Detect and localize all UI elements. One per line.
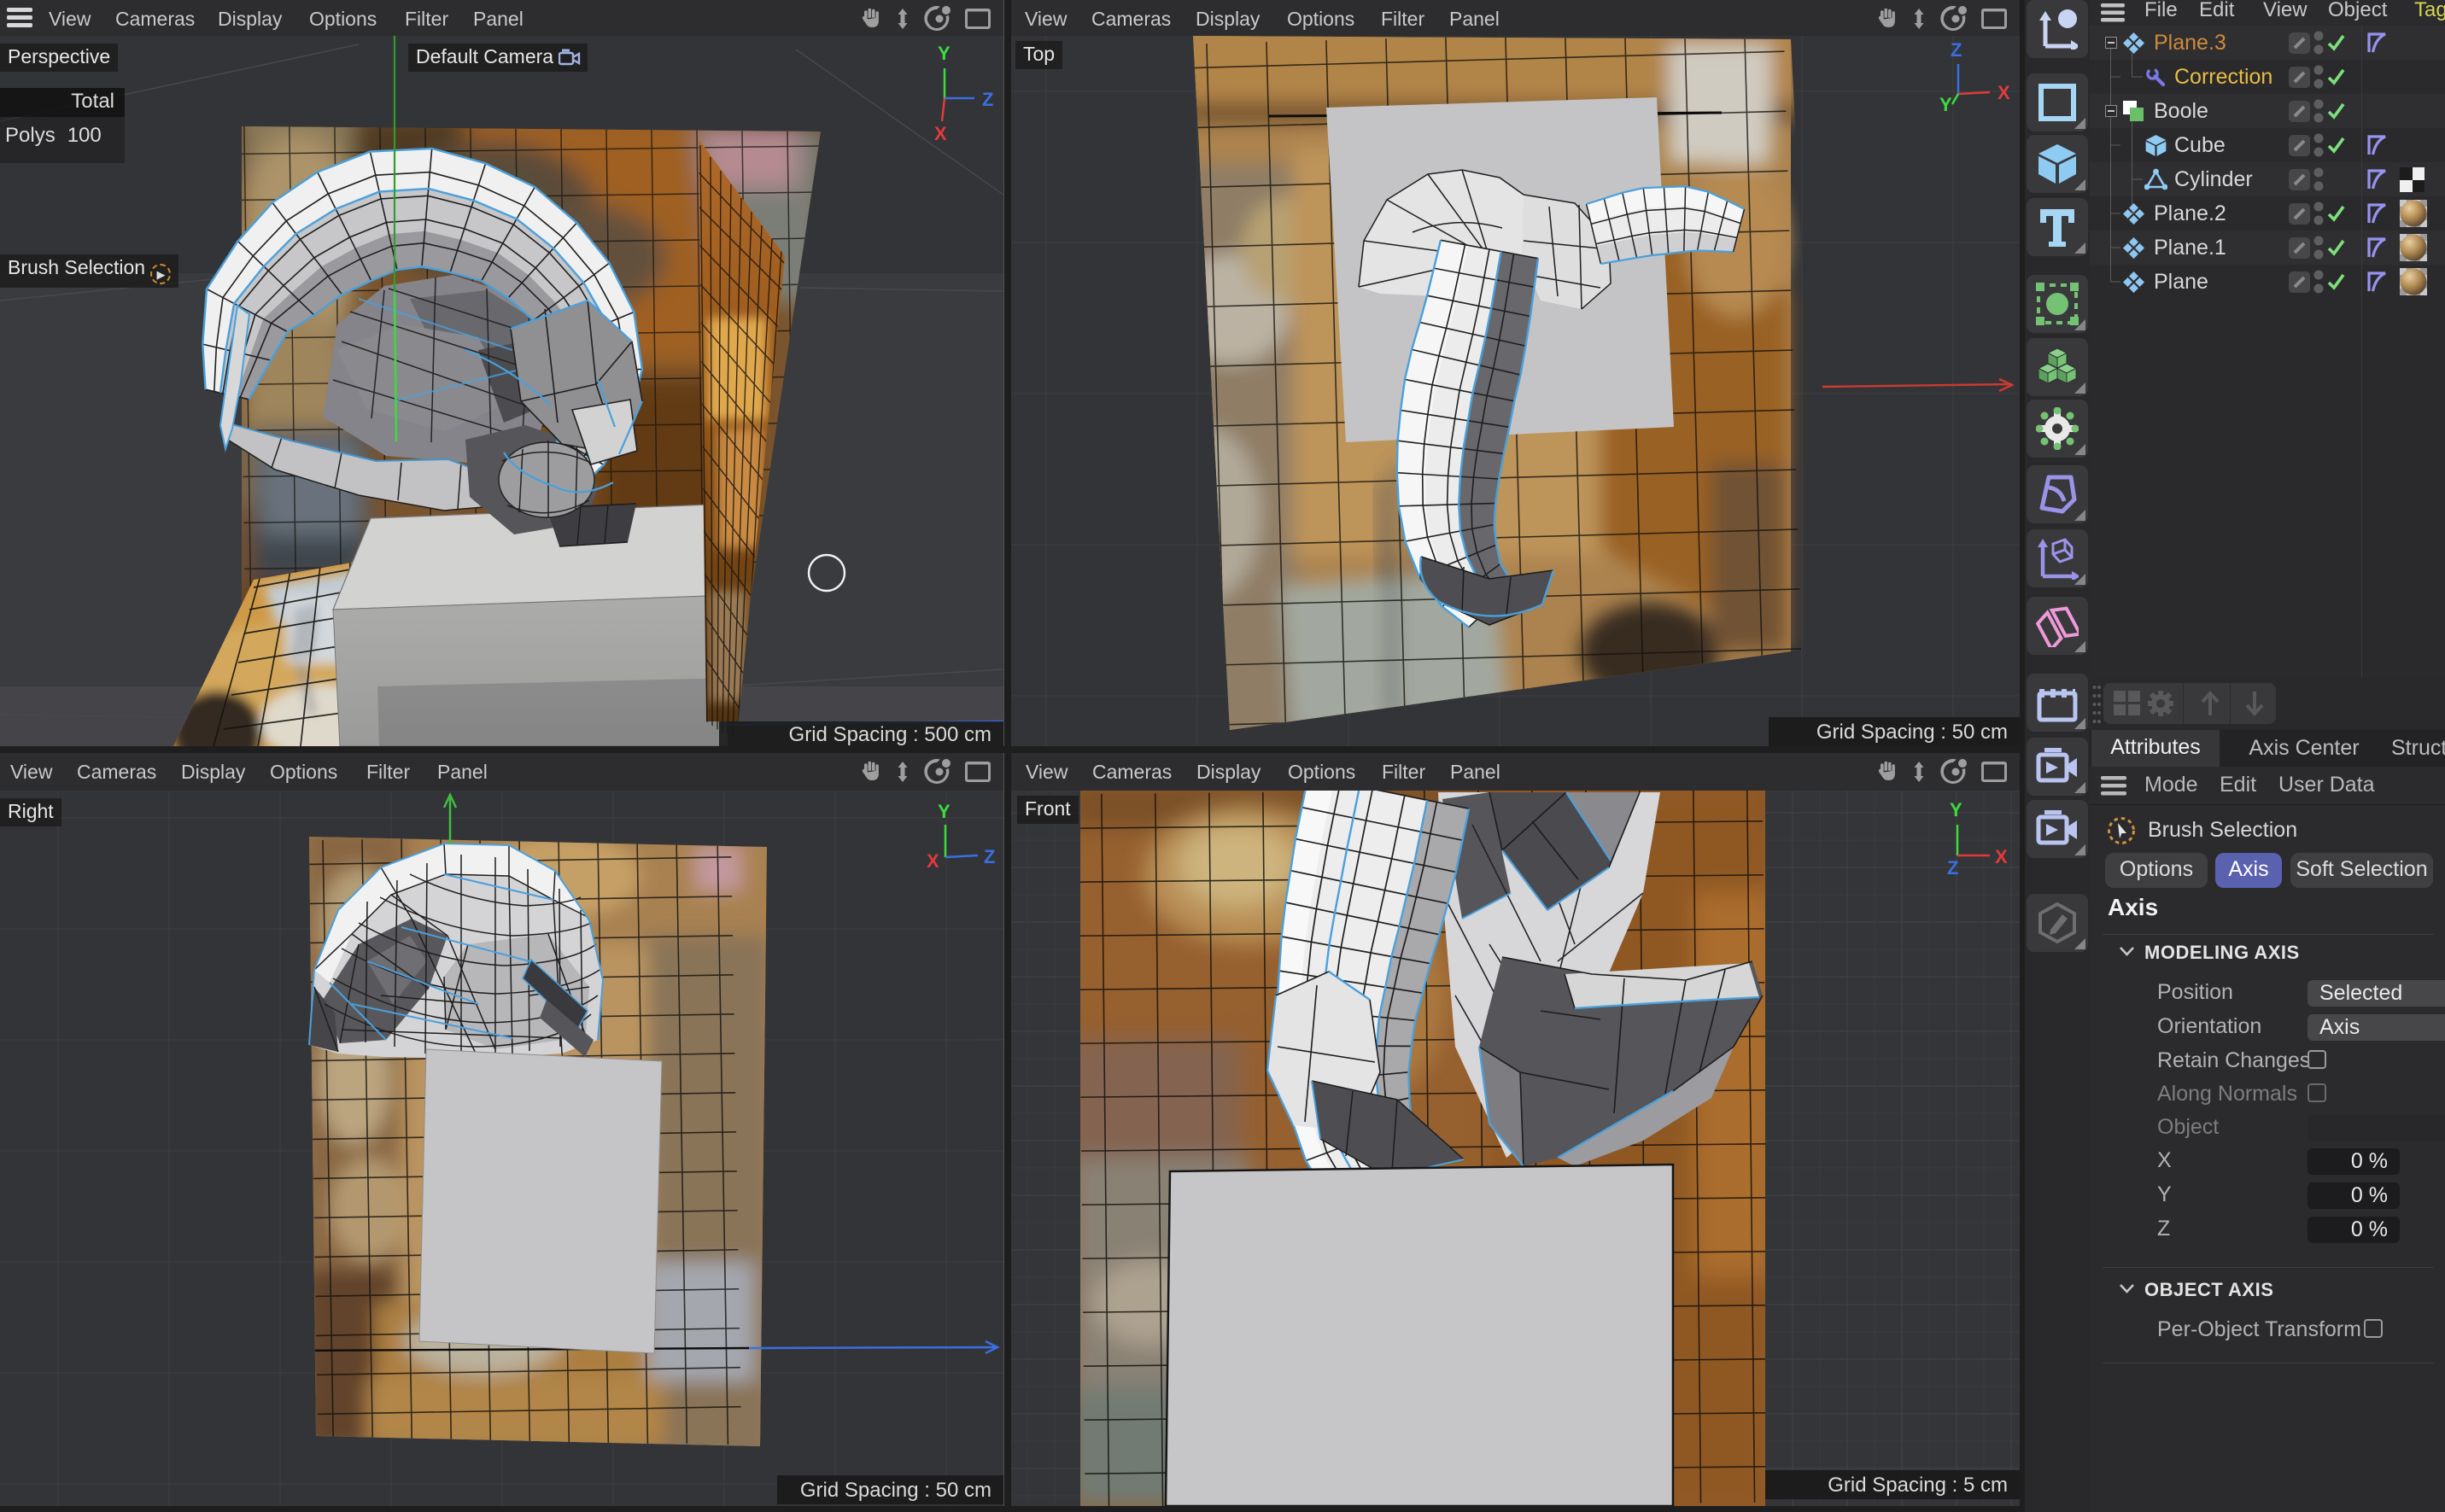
svg-text:Y: Y xyxy=(938,801,951,822)
svg-text:Y: Y xyxy=(1950,799,1962,820)
svg-text:X: X xyxy=(1995,846,2008,867)
svg-text:X: X xyxy=(934,123,947,144)
svg-text:Z: Z xyxy=(1947,857,1958,879)
svg-text:X: X xyxy=(1998,82,2010,103)
svg-text:Z: Z xyxy=(984,846,995,867)
svg-text:Z: Z xyxy=(1951,39,1962,61)
svg-text:X: X xyxy=(927,850,939,872)
svg-text:Z: Z xyxy=(982,89,993,110)
svg-text:Y: Y xyxy=(1939,94,1952,115)
svg-text:Y: Y xyxy=(938,43,951,64)
